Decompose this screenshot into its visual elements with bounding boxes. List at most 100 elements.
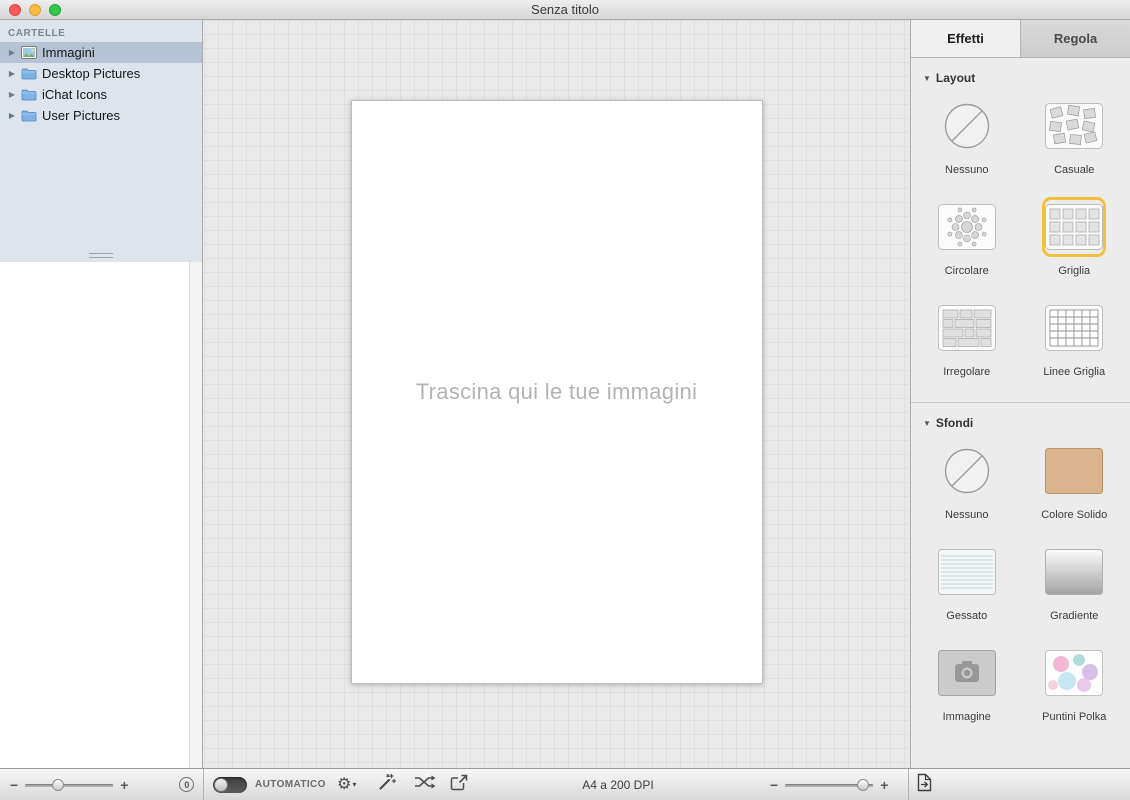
option-label: Puntini Polka [1042,711,1107,723]
layout-option-casuale[interactable]: Casuale [1024,99,1124,176]
option-label: Circolare [944,265,989,277]
magic-wand-icon [378,773,397,796]
section-sfondi: ▼ Sfondi Nessuno Colore Solido Gessato Gradie… [911,402,1130,733]
option-label: Griglia [1058,265,1091,277]
sidebar-item-ichat-icons[interactable]: ▶ iChat Icons [0,84,202,105]
sfondi-option-gessato[interactable]: Gessato [917,545,1017,622]
none-icon [942,444,992,498]
sfondi-options-grid: Nessuno Colore Solido Gessato Gradiente Imma… [911,432,1130,733]
disclosure-down-icon: ▼ [923,73,931,83]
sidebar-item-user-pictures[interactable]: ▶ User Pictures [0,105,202,126]
inspector-panel: Effetti Regola ▼ Layout Nessuno Casuale Circ… [910,20,1130,768]
zoom-out-icon[interactable]: − [770,778,778,792]
folder-icon [20,88,38,101]
zoom-in-icon[interactable]: + [120,778,128,792]
zoom-out-icon[interactable]: − [10,778,18,792]
option-label: Gessato [946,610,988,622]
toolbar-divider [908,769,909,800]
panel-body: ▼ Layout Nessuno Casuale Circolare Griglia Irr… [911,58,1130,768]
document-page[interactable]: Trascina qui le tue immagini [350,100,763,684]
zoom-reset-button[interactable]: 0 [179,777,195,792]
toggle-knob [214,777,228,792]
sidebar-item-immagini[interactable]: ▶ Immagini [0,42,202,63]
sfondi-option-nessuno[interactable]: Nessuno [917,444,1017,521]
slider-thumb[interactable] [856,778,869,791]
layout-option-linee-griglia[interactable]: Linee Griglia [1024,301,1124,378]
photo-album-icon [20,46,38,59]
striped-icon [937,545,996,599]
thumbnails-pane [0,262,202,768]
option-label: Gradiente [1050,610,1099,622]
circular-layout-icon [937,200,996,254]
tab-effetti[interactable]: Effetti [911,20,1020,57]
page-format-status: A4 a 200 DPI [582,777,654,792]
folder-label: Immagini [42,45,95,60]
automatic-toggle[interactable] [213,776,247,793]
canvas-area: Trascina qui le tue immagini [204,20,909,768]
option-label: Irregolare [943,366,991,378]
toolbar-divider [203,769,204,800]
automatic-control: AUTOMATICO [213,769,326,800]
sfondi-option-immagine[interactable]: Immagine [917,646,1017,723]
disclosure-triangle-icon[interactable]: ▶ [6,48,18,57]
layout-option-griglia[interactable]: Griglia [1024,200,1124,277]
sidebar-resize-handle[interactable] [89,253,113,258]
sidebar: CARTELLE ▶ Immagini ▶ Desktop Pictures ▶ iCha… [0,20,203,768]
sidebar-scrollbar[interactable] [189,262,202,768]
sfondi-option-puntini-polka[interactable]: Puntini Polka [1024,646,1124,723]
zoom-in-icon[interactable]: + [880,778,888,792]
folder-label: User Pictures [42,108,121,123]
disclosure-triangle-icon[interactable]: ▶ [6,111,18,120]
titlebar: Senza titolo [0,0,1130,20]
section-header-sfondi[interactable]: ▼ Sfondi [911,403,1130,432]
option-label: Linee Griglia [1043,366,1106,378]
folder-icon [20,67,38,80]
folder-icon [20,109,38,122]
sidebar-item-desktop-pictures[interactable]: ▶ Desktop Pictures [0,63,202,84]
settings-menu-button[interactable]: ⚙ ▾ [337,769,356,800]
section-title: Sfondi [935,416,974,430]
canvas-zoom-control: − + 0 [10,769,195,800]
grid-layout-icon [1045,200,1104,254]
window-title: Senza titolo [531,2,599,17]
option-label: Nessuno [945,164,989,176]
polka-dots-icon [1045,646,1104,700]
tab-regola[interactable]: Regola [1020,20,1130,57]
disclosure-triangle-icon[interactable]: ▶ [6,69,18,78]
canvas-zoom-slider[interactable] [25,778,114,791]
export-button[interactable] [917,769,932,800]
folder-label: Desktop Pictures [42,66,141,81]
bottom-toolbar: − + 0 AUTOMATICO ⚙ ▾ A4 a 200 DPI − + [0,768,1130,800]
random-layout-icon [1045,99,1104,153]
folders-header: CARTELLE [8,28,66,39]
gear-icon: ⚙ [337,775,352,793]
none-icon [942,99,992,153]
drop-hint-text: Trascina qui le tue immagini [415,379,698,404]
folder-label: iChat Icons [42,87,108,102]
disclosure-triangle-icon[interactable]: ▶ [6,90,18,99]
grid-lines-icon [1045,301,1104,355]
section-layout: ▼ Layout Nessuno Casuale Circolare Griglia Irr… [911,58,1130,388]
automatic-label: AUTOMATICO [255,779,326,790]
panel-zoom-control: − + [770,769,888,800]
sfondi-option-colore-solido[interactable]: Colore Solido [1024,444,1124,521]
sfondi-option-gradiente[interactable]: Gradiente [1024,545,1124,622]
section-header-layout[interactable]: ▼ Layout [911,58,1130,87]
option-label: Colore Solido [1041,509,1108,521]
export-icon [917,773,932,797]
layout-option-nessuno[interactable]: Nessuno [917,99,1017,176]
layout-option-circolare[interactable]: Circolare [917,200,1017,277]
app-window: Senza titolo CARTELLE ▶ Immagini ▶ Desktop … [0,0,1130,800]
panel-tabs: Effetti Regola [911,20,1130,58]
slider-thumb[interactable] [51,778,64,791]
panel-zoom-slider[interactable] [785,778,874,791]
layout-option-irregolare[interactable]: Irregolare [917,301,1017,378]
option-label: Casuale [1054,164,1095,176]
chevron-down-icon: ▾ [352,780,357,789]
shuffle-icon [414,775,436,794]
share-button[interactable] [450,769,469,800]
shuffle-button[interactable] [414,769,436,800]
magic-wand-button[interactable] [378,769,397,800]
gradient-icon [1045,545,1104,599]
disclosure-down-icon: ▼ [923,418,931,428]
